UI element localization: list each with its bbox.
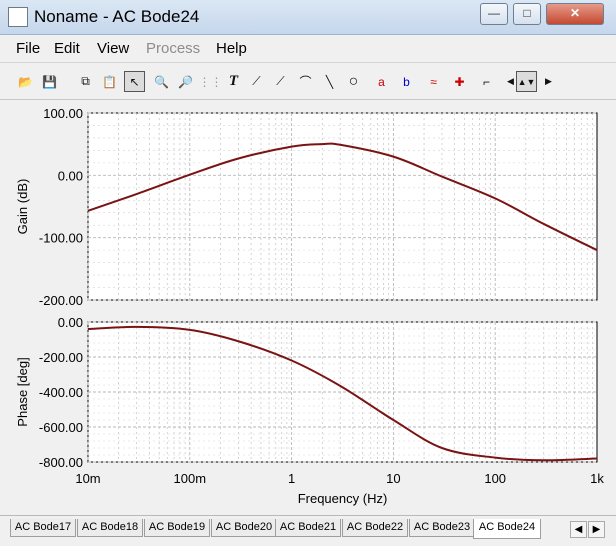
- text-icon[interactable]: T: [223, 71, 244, 92]
- nav-updown-icon[interactable]: ▲▼: [516, 71, 537, 92]
- zoom-out-icon[interactable]: 🔎: [175, 71, 196, 92]
- menu-bar: File Edit View Process Help: [0, 35, 616, 61]
- label-icon[interactable]: ⟋: [246, 71, 267, 92]
- tab-ac-bode22[interactable]: AC Bode22: [342, 519, 408, 537]
- x-tick-label: 10m: [75, 471, 100, 486]
- tab-bar: AC Bode17 AC Bode18 AC Bode19 AC Bode20 …: [0, 515, 616, 546]
- y-tick-label: 100.00: [43, 106, 83, 121]
- cursor-b-label: b: [403, 74, 410, 89]
- y-tick-label: 0.00: [58, 168, 83, 183]
- tab-scroll-right-icon[interactable]: ▶: [588, 521, 605, 538]
- tab-ac-bode17[interactable]: AC Bode17: [10, 519, 76, 537]
- plot-background-1: [87, 112, 598, 301]
- zoom-in-icon[interactable]: 🔍: [151, 71, 172, 92]
- add-curve-icon[interactable]: ≈: [423, 71, 444, 92]
- x-tick-label: 10: [386, 471, 400, 486]
- select-arrow-icon[interactable]: ↖: [124, 71, 145, 92]
- cursor-a-label: a: [378, 74, 385, 89]
- tab-ac-bode23[interactable]: AC Bode23: [409, 519, 475, 537]
- x-axis-label: Frequency (Hz): [298, 491, 388, 506]
- pick-icon[interactable]: ✚: [449, 71, 470, 92]
- y-tick-label: -200.00: [39, 350, 83, 365]
- nav-right-icon[interactable]: ▶: [538, 71, 559, 92]
- tab-ac-bode24[interactable]: AC Bode24: [473, 519, 541, 539]
- label3-icon[interactable]: ⌒: [295, 71, 316, 92]
- paste-icon[interactable]: 📋: [99, 71, 120, 92]
- label2-icon[interactable]: ⟋: [270, 71, 291, 92]
- y-tick-label: -600.00: [39, 420, 83, 435]
- y-tick-label: -400.00: [39, 385, 83, 400]
- circle-icon[interactable]: ○: [343, 71, 364, 92]
- slope-icon[interactable]: ⌐: [476, 71, 497, 92]
- tab-ac-bode18[interactable]: AC Bode18: [77, 519, 143, 537]
- app-icon: [8, 7, 28, 27]
- x-tick-label: 100m: [174, 471, 207, 486]
- toolbar: 📂 💾 ⧉ 📋 ↖ 🔍 🔎 ⋮⋮ T ⟋ ⟋ ⌒ ╲ ○ a b ≈ ✚ ⌐ ◀…: [0, 62, 616, 100]
- tab-ac-bode20[interactable]: AC Bode20: [211, 519, 277, 537]
- menu-view[interactable]: View: [97, 40, 129, 57]
- tab-scroll-left-icon[interactable]: ◀: [570, 521, 587, 538]
- y-tick-label: -100.00: [39, 231, 83, 246]
- y-axis-label: Gain (dB): [15, 179, 30, 235]
- title-bar: Noname - AC Bode24 — □ ✕: [0, 0, 616, 35]
- bode-chart[interactable]: 100.00 0.00 -100.00 -200.00 Gain (dB) 0.00 -20…: [5, 100, 610, 513]
- menu-process[interactable]: Process: [146, 40, 200, 57]
- menu-edit[interactable]: Edit: [54, 40, 80, 57]
- grid-icon[interactable]: ⋮⋮: [199, 71, 223, 92]
- menu-file[interactable]: File: [16, 40, 40, 57]
- line-icon[interactable]: ╲: [319, 71, 340, 92]
- cursor-b-icon[interactable]: b: [396, 71, 417, 92]
- tab-ac-bode21[interactable]: AC Bode21: [275, 519, 341, 537]
- y-tick-label: -800.00: [39, 455, 83, 470]
- window-title: Noname - AC Bode24: [34, 7, 200, 26]
- menu-help[interactable]: Help: [216, 40, 247, 57]
- close-button[interactable]: ✕: [546, 3, 604, 25]
- x-tick-label: 100: [484, 471, 506, 486]
- minimize-button[interactable]: —: [480, 3, 508, 25]
- y-tick-label: 0.00: [58, 315, 83, 330]
- plot-area: 100.00 0.00 -100.00 -200.00 Gain (dB) 0.00 -20…: [5, 100, 610, 513]
- x-tick-label: 1k: [590, 471, 604, 486]
- cursor-a-icon[interactable]: a: [371, 71, 392, 92]
- y-axis-label: Phase [deg]: [15, 357, 30, 426]
- save-icon[interactable]: 💾: [39, 71, 60, 92]
- copy-icon[interactable]: ⧉: [75, 71, 96, 92]
- tab-ac-bode19[interactable]: AC Bode19: [144, 519, 210, 537]
- maximize-button[interactable]: □: [513, 3, 541, 25]
- open-icon[interactable]: 📂: [15, 71, 36, 92]
- x-tick-label: 1: [288, 471, 295, 486]
- y-tick-label: -200.00: [39, 293, 83, 308]
